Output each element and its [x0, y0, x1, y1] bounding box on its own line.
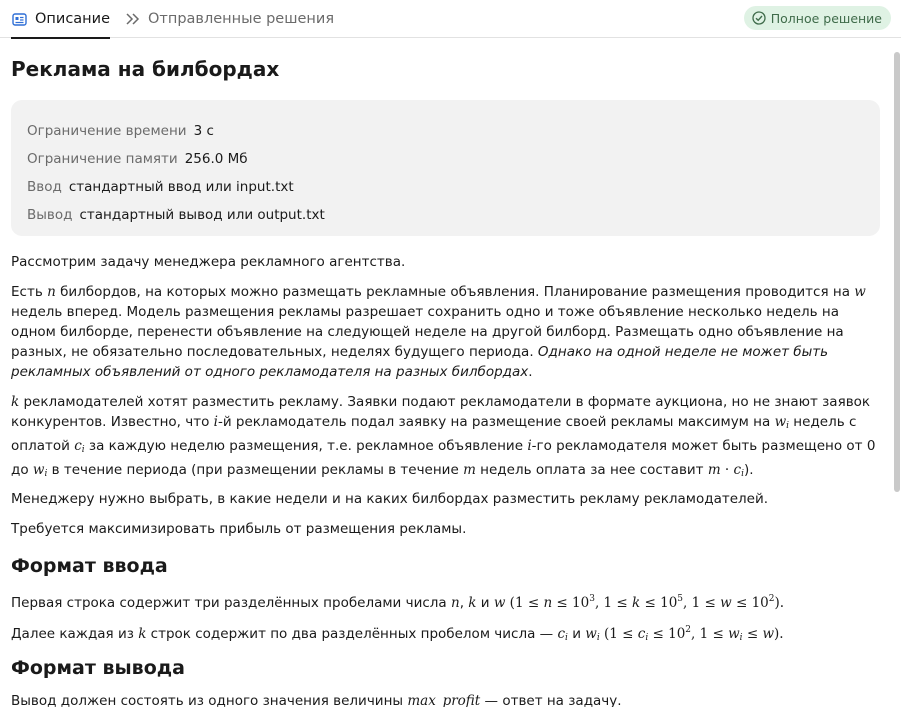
document-icon — [11, 11, 28, 28]
limit-value: стандартный вывод или output.txt — [79, 207, 325, 223]
input-line-1: Первая строка содержит три разделённых п… — [11, 594, 785, 611]
limits-box: Ограничение времени 3 с Ограничение памя… — [11, 100, 880, 236]
limit-value: стандартный ввод или input.txt — [68, 179, 294, 195]
limit-key: Ограничение памяти — [27, 151, 178, 167]
paragraph-intro: Рассмотрим задачу менеджера рекламного а… — [11, 254, 406, 270]
paragraph-goal: Требуется максимизировать прибыль от раз… — [11, 521, 467, 537]
tab-bar: Описание Отправленные решения Полное реш… — [0, 0, 901, 39]
paragraph-billboards: Есть n билбордов, на которых можно разме… — [11, 284, 866, 380]
limit-time: Ограничение времени 3 с — [27, 117, 864, 145]
limit-key: Ввод — [27, 179, 62, 195]
paragraph-manager: Менеджеру нужно выбрать, в какие недели … — [11, 491, 769, 507]
input-line-2: Далее каждая из k строк содержит по два … — [11, 625, 784, 643]
output-format-heading: Формат вывода — [11, 657, 185, 679]
double-chevron-icon — [124, 11, 141, 28]
limit-input: Ввод стандартный ввод или input.txt — [27, 173, 864, 201]
limit-output: Вывод стандартный вывод или output.txt — [27, 201, 864, 229]
limit-memory: Ограничение памяти 256.0 Мб — [27, 145, 864, 173]
paragraph-advertisers: k рекламодателей хотят разместить реклам… — [11, 394, 876, 479]
tab-description-label: Описание — [35, 11, 110, 27]
tab-submissions[interactable]: Отправленные решения — [124, 0, 334, 38]
tab-submissions-label: Отправленные решения — [148, 11, 335, 27]
limit-value: 256.0 Мб — [184, 151, 248, 167]
status-badge: Полное решение — [743, 6, 891, 30]
limit-value: 3 с — [193, 123, 214, 139]
limit-key: Ограничение времени — [27, 123, 187, 139]
input-format-heading: Формат ввода — [11, 555, 168, 577]
check-circle-icon — [752, 11, 766, 25]
status-badge-label: Полное решение — [770, 10, 882, 26]
scrollbar[interactable] — [894, 52, 900, 492]
output-line-1: Вывод должен состоять из одного значения… — [11, 693, 622, 707]
limit-key: Вывод — [27, 207, 73, 223]
problem-title: Реклама на билбордах — [11, 57, 280, 81]
tab-description[interactable]: Описание — [11, 0, 110, 39]
